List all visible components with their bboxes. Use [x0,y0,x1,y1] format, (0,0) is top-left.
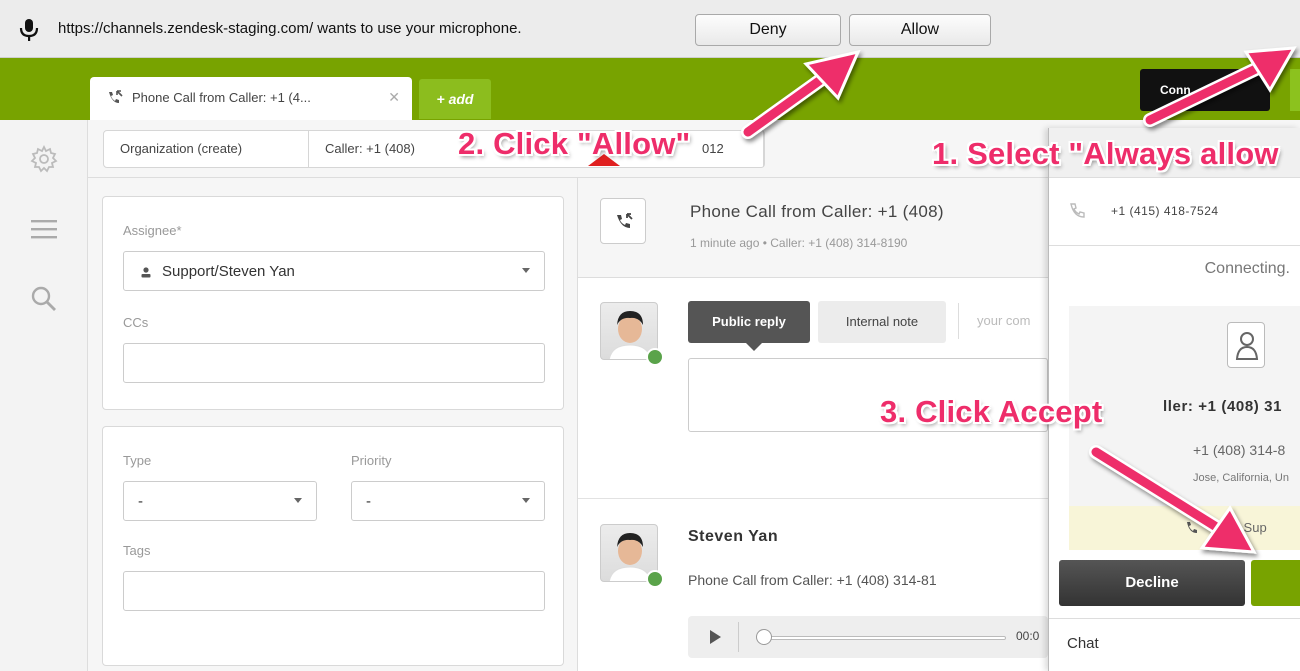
menu-icon[interactable] [27,212,61,246]
annotation-step-2: 2. Click "Allow" [458,126,691,161]
annotation-step-3: 3. Click Accept [880,394,1103,429]
microphone-permission-bar: https://channels.zendesk-staging.com/ wa… [0,0,1300,58]
settings-icon[interactable] [27,142,61,176]
audio-progress-track[interactable] [764,636,1006,640]
accept-button[interactable] [1251,560,1300,606]
caller-number: +1 (408) 314-8 [1193,442,1286,458]
priority-select[interactable]: - [351,481,545,521]
priority-label: Priority [351,453,392,468]
voice-line-number: +1 (415) 418-7524 [1111,204,1219,218]
user-icon [141,267,151,278]
voice-toggle-button[interactable] [1290,69,1300,111]
call-status: Connecting. [1204,260,1290,277]
type-value: - [138,493,143,510]
allow-button[interactable]: Allow [849,14,991,46]
audio-time: 00:0 [1016,629,1040,643]
permission-message: https://channels.zendesk-staging.com/ wa… [58,20,522,37]
deny-button[interactable]: Deny [695,14,841,46]
support-line-label: ium Sup [1219,520,1267,535]
ccs-field[interactable] [123,343,545,383]
assignee-select[interactable]: Support/Steven Yan [123,251,545,291]
breadcrumb-caller-label: Caller: +1 (408) [325,141,415,156]
ticket-channel-badge [600,198,646,244]
ticket-meta: 1 minute ago • Caller: +1 (408) 314-8190 [690,236,908,250]
caller-location: Jose, California, Un [1193,472,1289,484]
comment-author[interactable]: Steven Yan [688,528,778,546]
phone-icon [1070,203,1085,218]
chat-label: Chat [1067,635,1099,652]
chevron-down-icon [522,268,530,273]
type-label: Type [123,453,152,468]
audio-player: 00:0 [688,616,1048,658]
tags-label: Tags [123,543,151,558]
ticket-properties-panel: Assignee* Support/Steven Yan CCs Type - … [88,178,578,671]
ticket-fields-card: Type - Priority - Tags [102,426,564,666]
comment-body: Phone Call from Caller: +1 (408) 314-81 [688,572,937,588]
caller-card: ller: +1 (408) 31 +1 (408) 314-8 Jose, C… [1069,306,1300,550]
close-icon[interactable]: ✕ [388,89,400,106]
divider [738,622,739,652]
search-icon[interactable] [27,282,61,316]
tab-phone-call-label: Phone Call from Caller: +1 (4... [132,90,311,105]
voice-line-row: +1 (415) 418-7524 [1049,178,1300,246]
assignee-value: Support/Steven Yan [162,263,295,280]
reply-hint: your com [958,303,1030,339]
caller-name: ller: +1 (408) 31 [1163,398,1283,415]
phone-incoming-icon [109,90,123,103]
add-tab-button[interactable]: + add [419,79,491,119]
breadcrumb-organization[interactable]: Organization (create) [104,131,309,167]
ticket-title: Phone Call from Caller: +1 (408) [690,202,944,221]
support-line-strip: ium Sup [1069,506,1300,550]
phone-incoming-icon [617,213,633,228]
audio-scrubber-handle[interactable] [756,629,772,645]
online-status-icon [646,570,664,588]
phone-icon [1187,522,1197,533]
chevron-down-icon [294,498,302,503]
assignee-label: Assignee* [123,223,182,238]
public-reply-tab[interactable]: Public reply [688,301,810,351]
tags-field[interactable] [123,571,545,611]
sidebar [0,120,88,671]
type-select[interactable]: - [123,481,317,521]
decline-button[interactable]: Decline [1059,560,1245,606]
play-icon[interactable] [710,630,721,644]
online-status-icon [646,348,664,366]
top-nav-bar: Phone Call from Caller: +1 (4... ✕ + add… [0,58,1300,120]
internal-note-tab[interactable]: Internal note [818,301,946,343]
chat-section[interactable]: Chat [1049,618,1300,671]
caller-avatar-icon [1227,322,1265,368]
divider [578,498,1048,499]
chevron-down-icon [522,498,530,503]
microphone-icon [19,19,39,41]
assignee-card: Assignee* Support/Steven Yan CCs [102,196,564,410]
connect-button[interactable]: Conn [1140,69,1270,111]
ccs-label: CCs [123,315,149,330]
ticket-header: Phone Call from Caller: +1 (408) 1 minut… [578,178,1048,278]
tab-phone-call[interactable]: Phone Call from Caller: +1 (4... ✕ [90,77,412,120]
priority-value: - [366,493,371,510]
breadcrumb-ticket-tail: 012 [702,141,724,156]
annotation-step-1: 1. Select "Always allow [932,136,1279,171]
